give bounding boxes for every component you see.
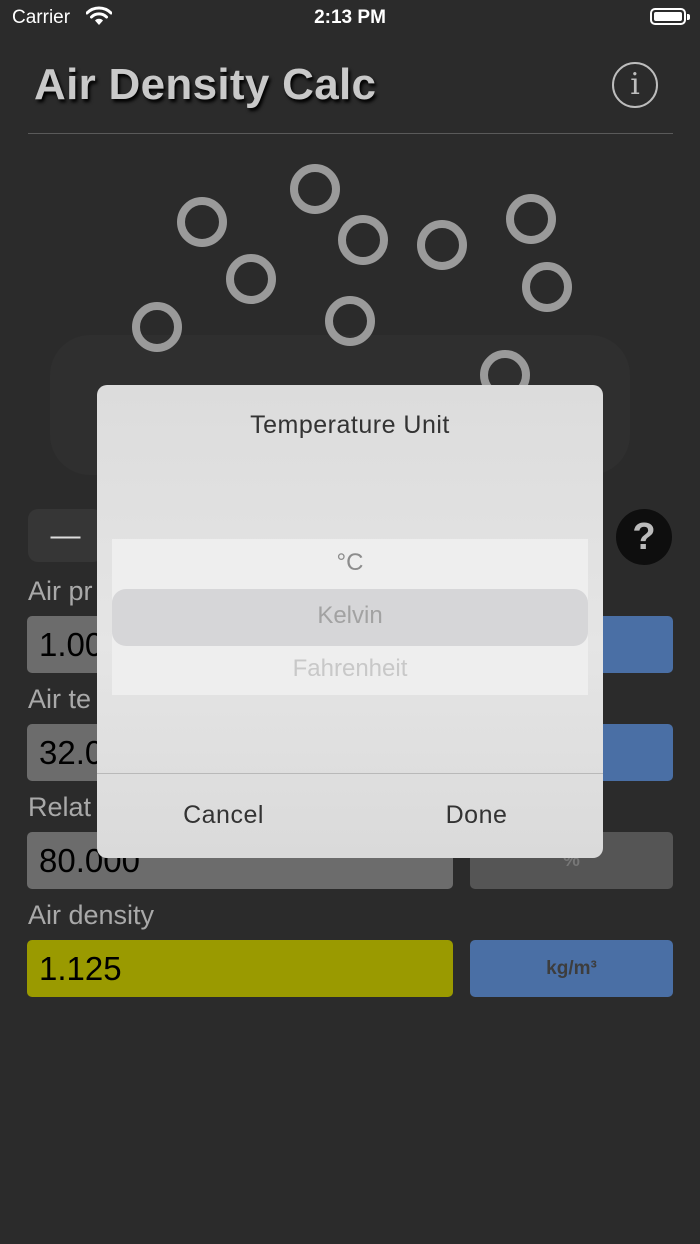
decrement-button[interactable]: — xyxy=(28,509,103,562)
status-bar: Carrier 2:13 PM xyxy=(0,0,700,36)
molecule-icon xyxy=(132,302,182,352)
help-icon[interactable]: ? xyxy=(616,509,672,565)
humidity-label: Relat xyxy=(28,792,92,822)
picker-option-celsius[interactable]: °C xyxy=(112,549,588,577)
done-button[interactable]: Done xyxy=(350,773,603,858)
pressure-label: Air pr xyxy=(28,576,93,606)
unit-picker[interactable]: °C Kelvin Fahrenheit xyxy=(112,539,588,695)
picker-option-kelvin[interactable]: Kelvin xyxy=(112,602,588,630)
header-divider xyxy=(28,133,673,134)
molecule-icon xyxy=(325,296,375,346)
info-icon[interactable]: i xyxy=(612,62,658,108)
molecule-icon xyxy=(338,215,388,265)
temperature-unit-dialog: Temperature Unit °C Kelvin Fahrenheit Ca… xyxy=(97,385,603,858)
density-output: 1.125 xyxy=(27,940,453,997)
app-title: Air Density Calc xyxy=(34,60,377,109)
density-unit-button[interactable]: kg/m³ xyxy=(470,940,673,997)
clock: 2:13 PM xyxy=(314,7,386,28)
molecule-icon xyxy=(506,194,556,244)
molecule-icon xyxy=(226,254,276,304)
molecule-icon xyxy=(290,164,340,214)
dialog-title: Temperature Unit xyxy=(250,411,450,439)
molecule-icon xyxy=(522,262,572,312)
battery-icon xyxy=(650,8,690,25)
molecule-icon xyxy=(177,197,227,247)
molecule-icon xyxy=(417,220,467,270)
cancel-button[interactable]: Cancel xyxy=(97,773,350,858)
picker-option-fahrenheit[interactable]: Fahrenheit xyxy=(112,655,588,683)
temperature-label: Air te xyxy=(28,684,92,714)
density-label: Air density xyxy=(28,900,155,930)
